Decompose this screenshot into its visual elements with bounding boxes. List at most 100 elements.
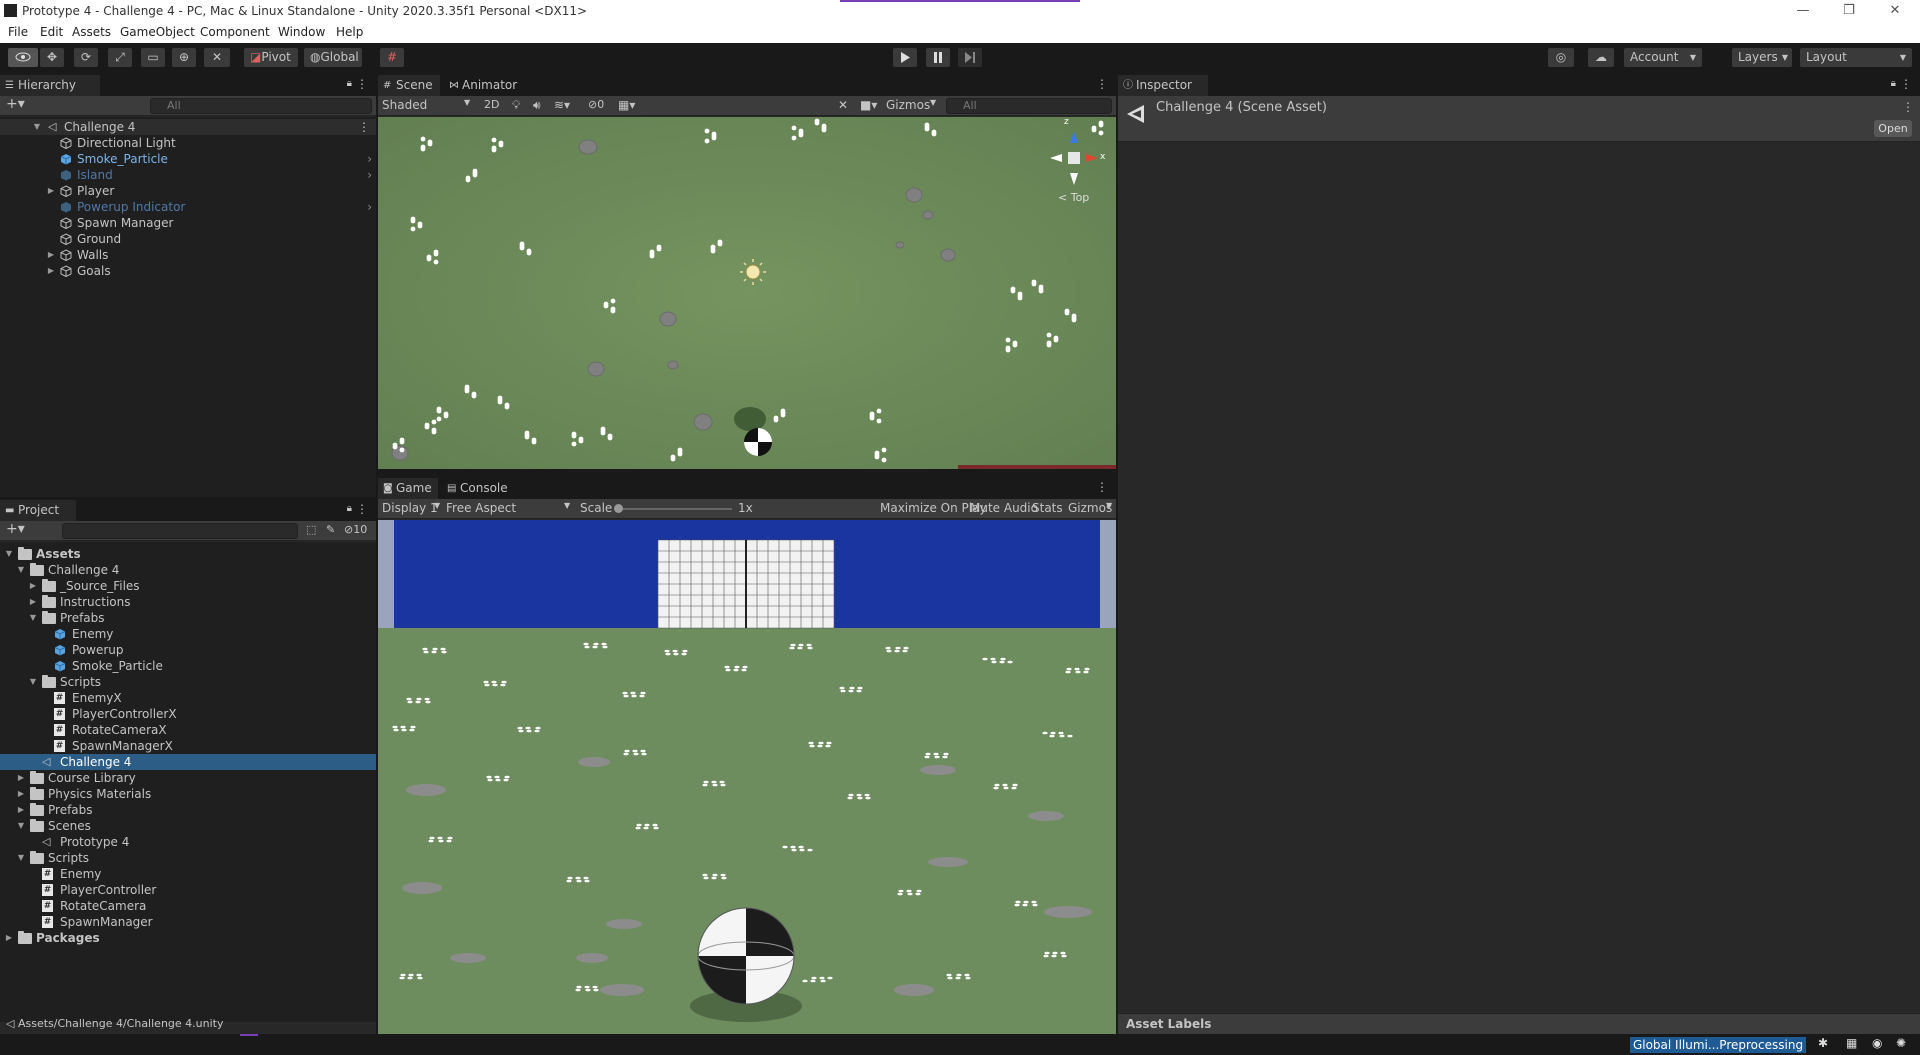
menu-assets[interactable]: Assets [72, 25, 111, 39]
project-search-input[interactable] [62, 523, 298, 539]
project-folder-item[interactable]: ▶ _Source_Files [0, 578, 376, 594]
expand-arrow-icon[interactable]: ▼ [4, 546, 14, 562]
menu-edit[interactable]: Edit [40, 25, 63, 39]
expand-arrow-icon[interactable]: ▼ [28, 610, 38, 626]
hidden-packages-button[interactable]: ⊘10 [344, 523, 367, 536]
tab-scene[interactable]: # Scene [378, 75, 440, 96]
project-asset-item[interactable]: # PlayerControllerX [0, 706, 376, 722]
expand-arrow-icon[interactable]: ▶ [46, 263, 56, 279]
rect-tool-button[interactable]: ▭ [141, 48, 165, 67]
menu-file[interactable]: File [8, 25, 28, 39]
project-asset-item[interactable]: ◁ Challenge 4 [0, 754, 376, 770]
kebab-menu-icon[interactable]: ⋮ [1900, 77, 1912, 91]
project-asset-item[interactable]: # RotateCamera [0, 898, 376, 914]
chevron-right-icon[interactable]: › [367, 167, 372, 183]
project-asset-item[interactable]: ◁ Prototype 4 [0, 834, 376, 850]
hierarchy-scene-row[interactable]: ▼ ◁ Challenge 4 ⋮ [0, 119, 376, 135]
grid-snap-button[interactable]: # [380, 48, 404, 67]
kebab-menu-icon[interactable]: ⋮ [1096, 77, 1108, 91]
project-asset-item[interactable]: # SpawnManagerX [0, 738, 376, 754]
scene-visibility-toggle[interactable]: ⊘0 [588, 98, 604, 111]
game-viewport[interactable] [378, 520, 1116, 1034]
project-folder-item[interactable]: ▶ Physics Materials [0, 786, 376, 802]
project-asset-item[interactable]: # Enemy [0, 866, 376, 882]
scale-slider[interactable] [614, 504, 732, 513]
kebab-menu-icon[interactable]: ⋮ [1902, 100, 1914, 114]
account-dropdown[interactable]: Account ▼ [1624, 48, 1702, 67]
expand-arrow-icon[interactable]: ▶ [46, 183, 56, 199]
hierarchy-item[interactable]: Powerup Indicator › [0, 199, 376, 215]
hierarchy-item[interactable]: Smoke_Particle › [0, 151, 376, 167]
custom-tool-button[interactable]: ✕ [204, 48, 230, 67]
project-folder-item[interactable]: ▼ Scripts [0, 674, 376, 690]
transform-tool-button[interactable]: ⊕ [172, 48, 196, 67]
aspect-dropdown[interactable]: Free Aspect [446, 501, 516, 515]
project-folder-item[interactable]: ▶ Instructions [0, 594, 376, 610]
scene-viewport[interactable]: z x < Top [378, 117, 1116, 469]
cache-icon[interactable]: ▦ [1846, 1036, 1857, 1050]
project-folder-item[interactable]: ▼ Scenes [0, 818, 376, 834]
view-tool-button[interactable] [8, 48, 38, 67]
chevron-right-icon[interactable]: › [367, 199, 372, 215]
tab-animator[interactable]: ⋈ Animator [444, 75, 524, 96]
expand-arrow-icon[interactable]: ▼ [16, 850, 26, 866]
effects-toggle-icon[interactable]: ≋▾ [554, 98, 570, 112]
play-button[interactable] [893, 48, 917, 67]
restore-button[interactable]: ❐ [1826, 0, 1872, 22]
grid-toggle-icon[interactable]: ▦▾ [618, 98, 635, 112]
hierarchy-search-input[interactable]: All [150, 98, 372, 114]
lighting-toggle-icon[interactable]: 💡︎ [512, 98, 520, 113]
tab-game[interactable]: ◙ Game [378, 478, 438, 499]
menu-gameobject[interactable]: GameObject [120, 25, 195, 39]
mute-audio-toggle[interactable]: Mute Audio [970, 501, 1038, 515]
kebab-menu-icon[interactable]: ⋮ [358, 119, 370, 135]
project-asset-item[interactable]: # EnemyX [0, 690, 376, 706]
project-asset-item[interactable]: # RotateCameraX [0, 722, 376, 738]
label-tag-icon[interactable]: ✎ [326, 523, 335, 536]
project-asset-item[interactable]: Smoke_Particle [0, 658, 376, 674]
camera-icon[interactable]: ■▾ [860, 98, 877, 112]
project-folder-item[interactable]: ▼ Challenge 4 [0, 562, 376, 578]
global-toggle[interactable]: ◍Global [304, 48, 362, 67]
gi-progress-bar[interactable]: Global Illumi...Preprocessing [1630, 1037, 1806, 1053]
hierarchy-item[interactable]: Spawn Manager [0, 215, 376, 231]
hierarchy-item[interactable]: ▶ Goals [0, 263, 376, 279]
project-folder-item[interactable]: ▶ Packages [0, 930, 376, 946]
cloud-button[interactable]: ☁ [1588, 48, 1614, 67]
expand-arrow-icon[interactable]: ▶ [28, 578, 38, 594]
pause-button[interactable] [926, 48, 950, 67]
project-folder-item[interactable]: ▼ Prefabs [0, 610, 376, 626]
pivot-toggle[interactable]: ◪Pivot [244, 48, 298, 67]
display-dropdown[interactable]: Display 1 [382, 501, 438, 515]
hierarchy-item[interactable]: Directional Light [0, 135, 376, 151]
hierarchy-item[interactable]: Island › [0, 167, 376, 183]
stats-toggle[interactable]: Stats [1032, 501, 1063, 515]
lock-icon[interactable]: 🔒︎ [1891, 78, 1896, 89]
menu-help[interactable]: Help [336, 25, 363, 39]
lock-icon[interactable]: 🔒︎ [347, 503, 352, 514]
move-tool-button[interactable]: ✥ [40, 48, 64, 67]
project-folder-item[interactable]: ▼ Assets [0, 546, 376, 562]
expand-arrow-icon[interactable]: ▶ [16, 786, 26, 802]
gizmos-dropdown[interactable]: Gizmos [886, 98, 930, 112]
expand-arrow-icon[interactable]: ▶ [16, 770, 26, 786]
tab-hierarchy[interactable]: ☰ Hierarchy [0, 75, 100, 96]
bug-icon[interactable]: ✱ [1818, 1036, 1828, 1050]
lock-icon[interactable]: 🔒︎ [347, 78, 352, 89]
project-folder-item[interactable]: ▶ Course Library [0, 770, 376, 786]
open-button[interactable]: Open [1874, 120, 1912, 137]
asset-labels-heading[interactable]: Asset Labels [1126, 1017, 1211, 1031]
project-asset-item[interactable]: Powerup [0, 642, 376, 658]
minimize-button[interactable]: — [1780, 0, 1826, 22]
layers-dropdown[interactable]: Layers ▼ [1732, 48, 1792, 67]
project-folder-item[interactable]: ▼ Scripts [0, 850, 376, 866]
project-asset-item[interactable]: # PlayerController [0, 882, 376, 898]
lighting-icon[interactable]: ◉ [1872, 1036, 1882, 1050]
kebab-menu-icon[interactable]: ⋮ [356, 77, 368, 91]
expand-arrow-icon[interactable]: ▶ [4, 930, 14, 946]
scene-search-input[interactable]: All [946, 98, 1112, 114]
expand-arrow-icon[interactable]: ▶ [46, 247, 56, 263]
hierarchy-item[interactable]: Ground [0, 231, 376, 247]
project-asset-item[interactable]: Enemy [0, 626, 376, 642]
hierarchy-item[interactable]: ▶ Player [0, 183, 376, 199]
